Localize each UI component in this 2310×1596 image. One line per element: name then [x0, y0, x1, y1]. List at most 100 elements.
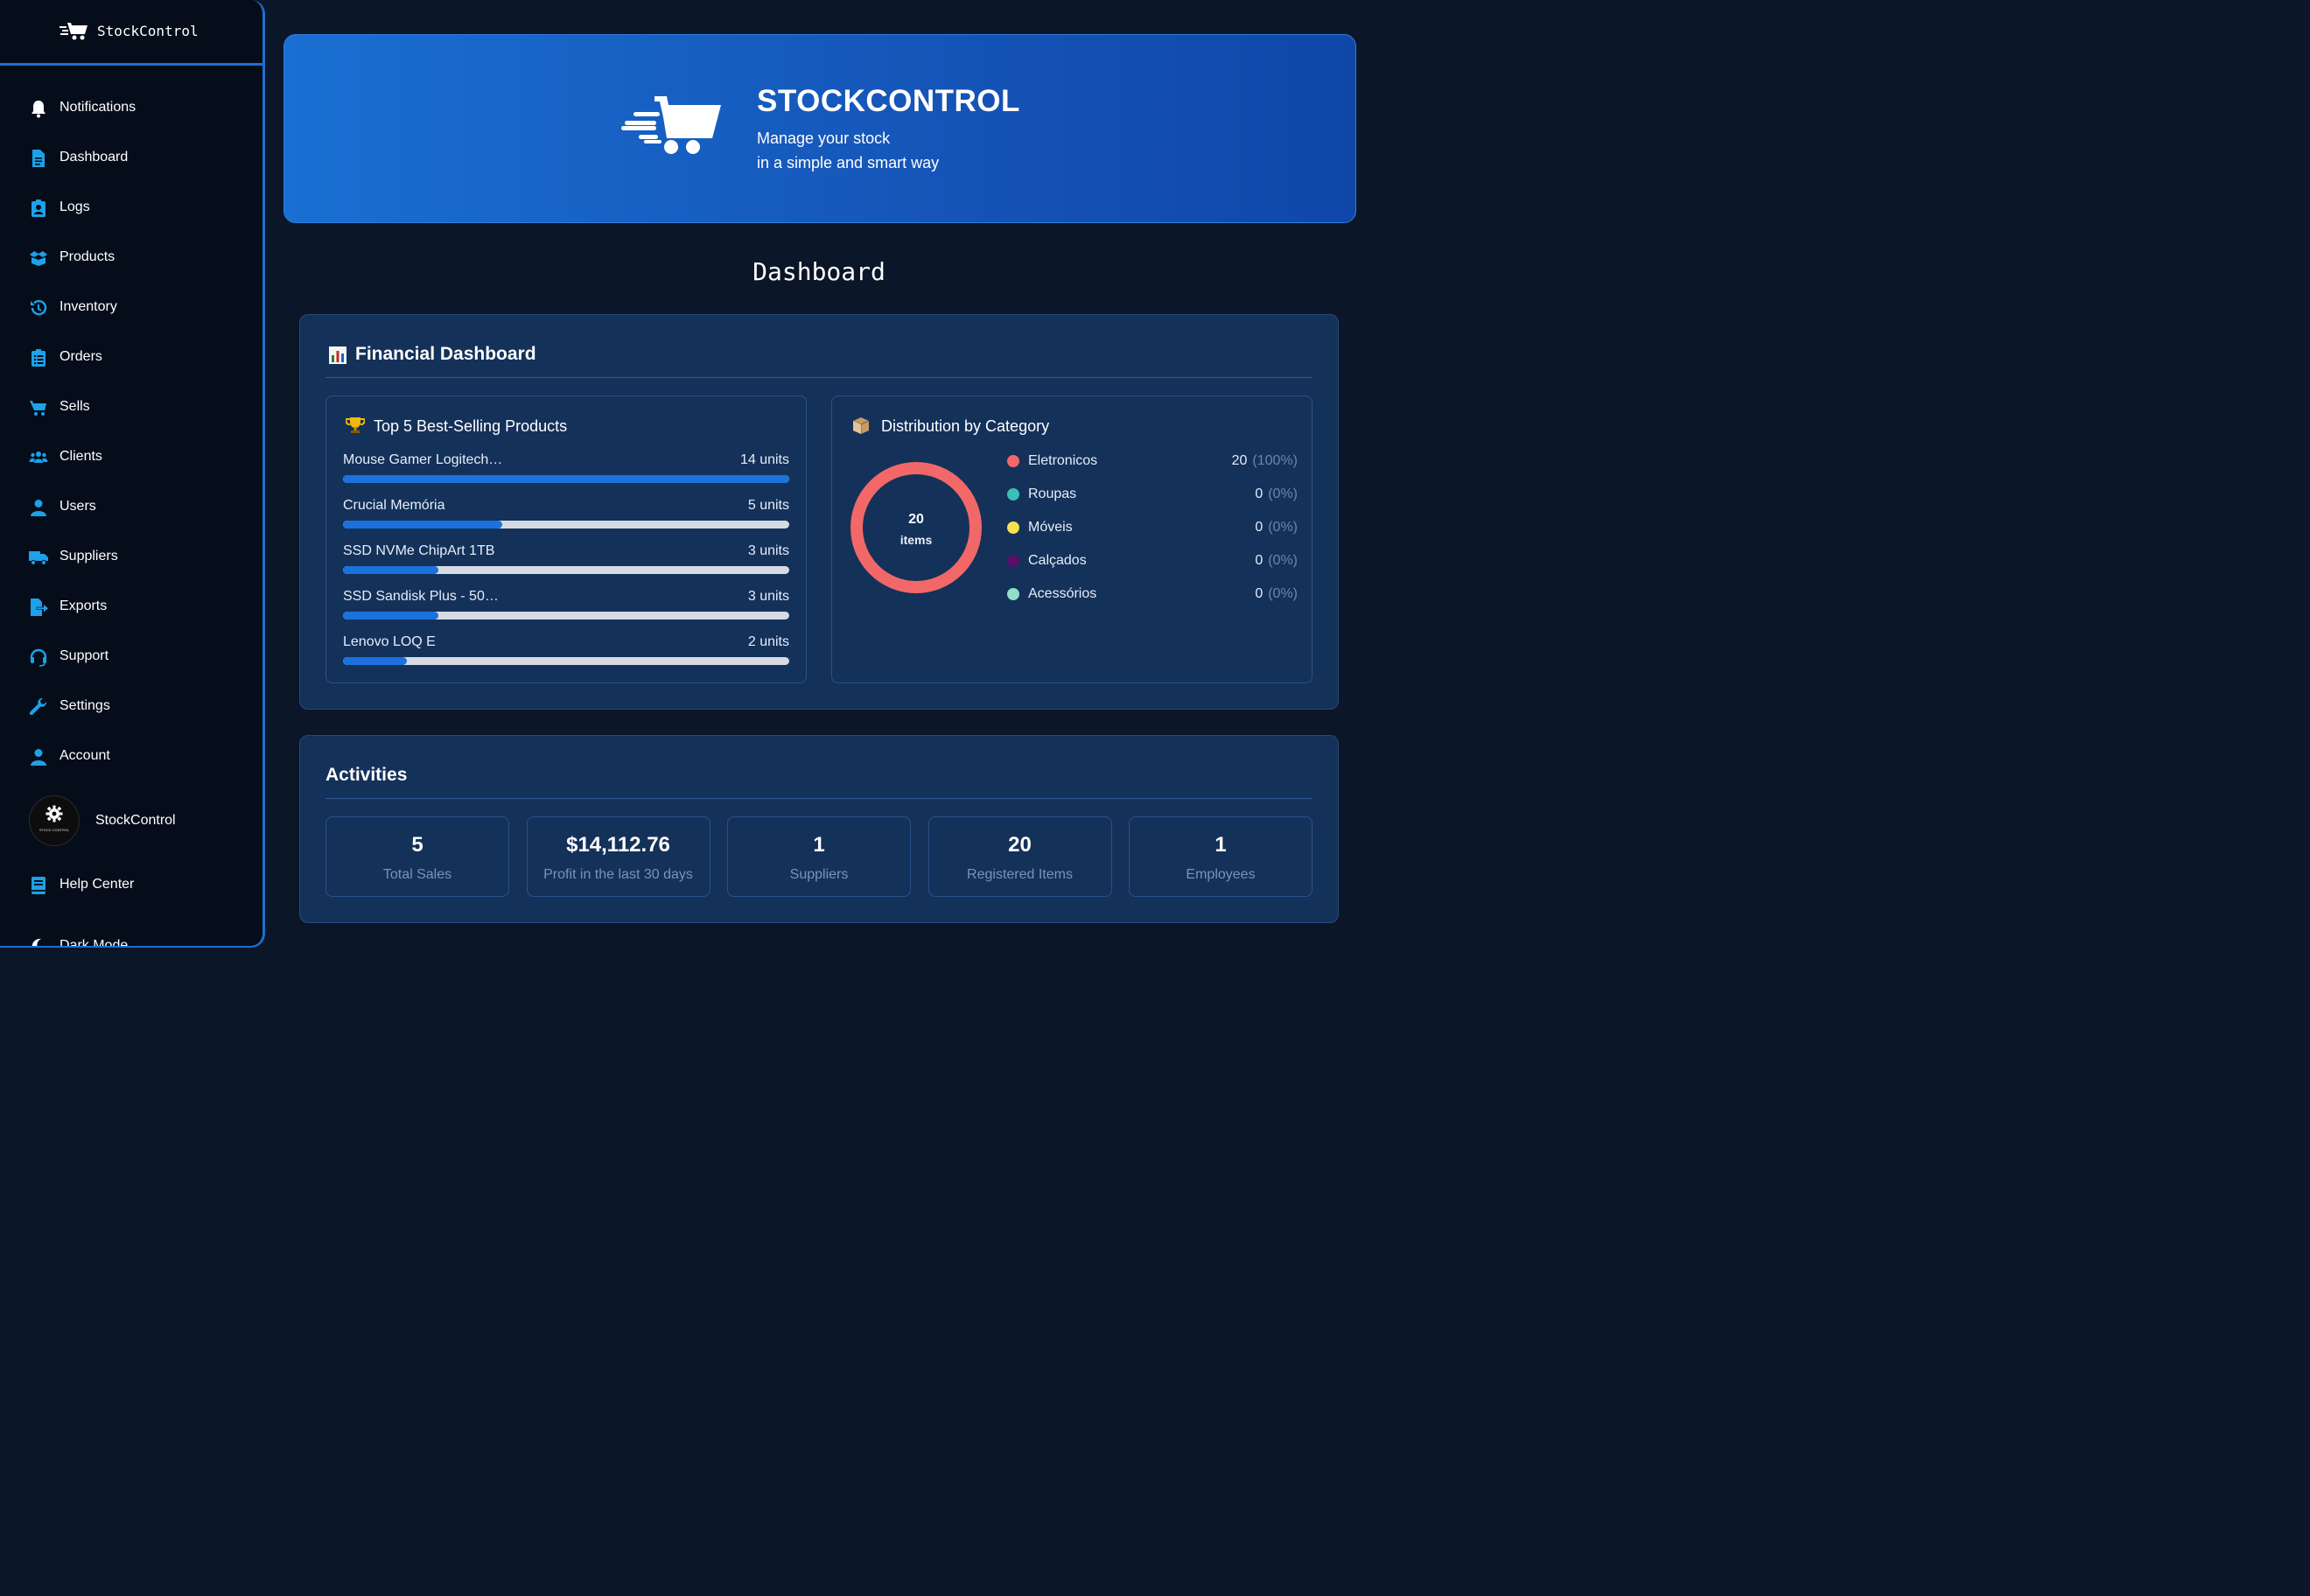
stat-label: Employees [1186, 867, 1256, 882]
legend-percent: (100%) [1252, 453, 1298, 468]
activities-card: Activities 5 Total Sales $14,112.76 Profit … [299, 735, 1339, 923]
product-name: SSD NVMe ChipArt 1TB [343, 543, 495, 558]
clipboard-list-icon [32, 349, 46, 367]
moon-icon [32, 938, 41, 946]
legend-value: 0 [1255, 586, 1264, 601]
stat-label: Profit in the last 30 days [543, 867, 693, 882]
sidebar-item-clients[interactable]: Clients [0, 440, 262, 475]
legend-color-dot [1007, 455, 1019, 467]
stat-card: 1 Suppliers [727, 816, 911, 897]
stat-value: 5 [411, 833, 424, 857]
legend-percent: (0%) [1268, 586, 1298, 601]
product-units: 14 units [739, 452, 789, 467]
donut-total-value: 20 [908, 512, 924, 527]
stat-value: 20 [1008, 833, 1032, 857]
legend-item: Acessórios 0 (0%) [1007, 584, 1298, 604]
sidebar-item-label: Notifications [60, 100, 136, 115]
stat-card: 20 Registered Items [928, 816, 1112, 897]
sidebar-item-label: Inventory [60, 299, 117, 314]
sidebar-logo[interactable]: StockControl [0, 0, 262, 66]
stat-label: Registered Items [967, 867, 1073, 882]
legend-label: Eletronicos [1028, 453, 1098, 468]
sidebar-item-label: Users [60, 499, 96, 514]
sidebar-item-label: Support [60, 648, 109, 663]
category-donut-chart: 20 items [850, 462, 982, 593]
id-badge-icon [32, 200, 46, 217]
top-products-title: Top 5 Best-Selling Products [374, 417, 568, 435]
product-progress-fill [343, 612, 439, 620]
product-progress-bar [343, 657, 789, 665]
product-units: 3 units [747, 589, 789, 604]
legend-percent: (0%) [1268, 553, 1298, 568]
donut-total-label: items [900, 533, 933, 547]
legend-value: 20 [1231, 453, 1248, 468]
sidebar-item-help-center[interactable]: Help Center [0, 868, 262, 903]
stat-card: 1 Employees [1129, 816, 1312, 897]
product-name: Mouse Gamer Logitech… [343, 452, 503, 467]
sidebar-item-label: Account [60, 748, 110, 763]
sidebar-item-label: Products [60, 249, 116, 264]
legend-value-group: 20 (100%) [1232, 453, 1298, 469]
sidebar-item-label: Suppliers [60, 549, 118, 564]
sidebar-item-users[interactable]: Users [0, 490, 262, 525]
legend-item: Eletronicos 20 (100%) [1007, 452, 1298, 471]
sidebar-item-settings[interactable]: Settings [0, 690, 262, 724]
legend-percent: (0%) [1268, 520, 1298, 535]
cart-icon [30, 401, 46, 416]
page-title: Dashboard [752, 257, 886, 286]
trophy-icon [346, 417, 365, 433]
sidebar-item-products[interactable]: Products [0, 241, 262, 276]
product-progress-fill [343, 475, 789, 483]
distribution-panel: Distribution by Category 20 items Eletro… [831, 396, 1312, 683]
sidebar-app-name: StockControl [97, 23, 199, 39]
bell-icon [32, 101, 46, 118]
legend-item: Móveis 0 (0%) [1007, 518, 1298, 537]
legend-color-dot [1007, 522, 1019, 534]
legend-percent: (0%) [1268, 486, 1298, 501]
cart-logo-icon [60, 23, 88, 40]
sidebar-item-exports[interactable]: Exports [0, 590, 262, 625]
avatar-caption: STOCK CONTROL [38, 828, 70, 832]
gear-icon [46, 805, 63, 822]
file-export-icon [31, 598, 48, 616]
legend-value: 0 [1255, 553, 1264, 568]
sidebar-item-suppliers[interactable]: Suppliers [0, 540, 262, 575]
profile-name[interactable]: StockControl [95, 813, 176, 829]
wrench-icon [29, 697, 47, 716]
product-units: 3 units [747, 543, 789, 558]
stat-card: $14,112.76 Profit in the last 30 days [526, 816, 710, 897]
stat-card: 5 Total Sales [326, 816, 509, 897]
legend-color-dot [1007, 555, 1019, 567]
legend-item: Roupas 0 (0%) [1007, 485, 1298, 504]
book-icon [32, 877, 46, 894]
legend-item: Calçados 0 (0%) [1007, 551, 1298, 570]
banner-subtitle-line2: in a simple and smart way [757, 154, 940, 172]
product-units: 5 units [747, 498, 789, 513]
sidebar-item-label: Help Center [60, 877, 135, 892]
users-icon [29, 452, 48, 463]
divider [326, 377, 1312, 378]
sidebar-item-orders[interactable]: Orders [0, 340, 262, 375]
sidebar-item-notifications[interactable]: Notifications [0, 91, 262, 126]
stat-value: 1 [1214, 833, 1227, 857]
legend-color-dot [1007, 588, 1019, 600]
sidebar-item-label: Clients [60, 449, 102, 464]
banner-subtitle-line1: Manage your stock [757, 130, 891, 147]
banner-title: STOCKCONTROL [757, 84, 1020, 118]
sidebar-item-label: Dark Mode [60, 938, 129, 948]
avatar[interactable]: STOCK CONTROL [29, 795, 80, 846]
legend-label: Roupas [1028, 486, 1077, 501]
legend-label: Acessórios [1028, 586, 1097, 601]
sidebar-item-support[interactable]: Support [0, 640, 262, 675]
sidebar-item-account[interactable]: Account [0, 739, 262, 774]
sidebar: StockControl Notifications Dashboard Log… [0, 0, 265, 948]
dark-mode-toggle[interactable]: Dark Mode [0, 929, 262, 948]
bar-chart-icon [329, 346, 346, 364]
sidebar-item-sells[interactable]: Sells [0, 390, 262, 425]
sidebar-item-dashboard[interactable]: Dashboard [0, 141, 262, 176]
sidebar-item-inventory[interactable]: Inventory [0, 290, 262, 326]
sidebar-item-logs[interactable]: Logs [0, 191, 262, 226]
sidebar-item-label: Dashboard [60, 150, 129, 164]
distribution-title: Distribution by Category [881, 417, 1050, 435]
product-units: 2 units [747, 634, 789, 649]
